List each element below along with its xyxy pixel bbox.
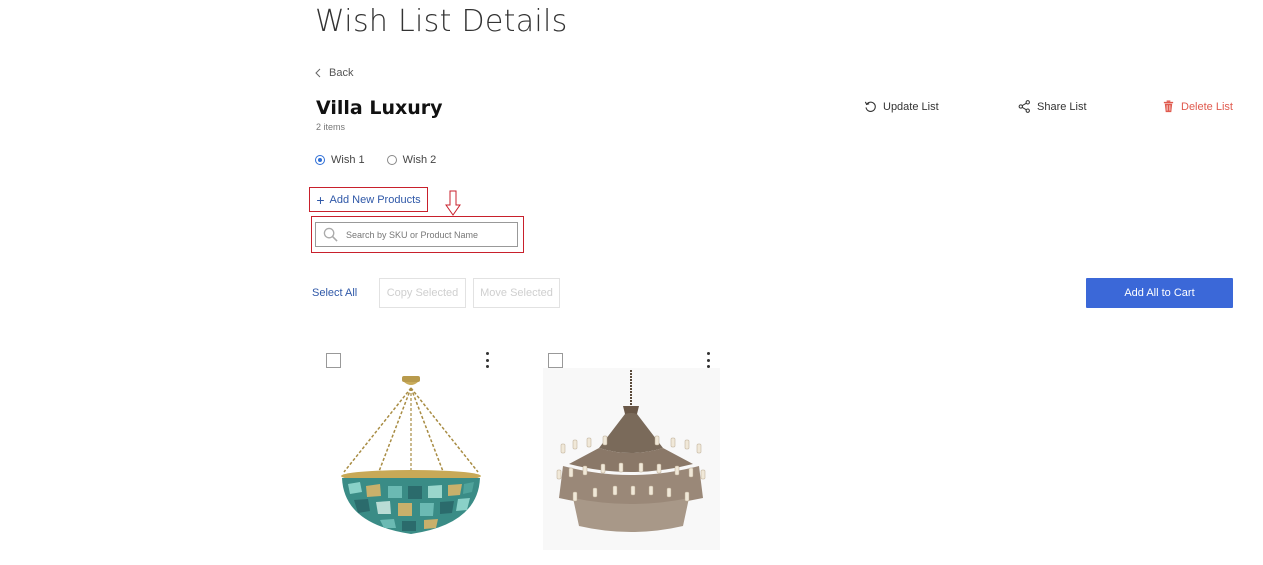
product-2-checkbox[interactable] <box>548 353 563 368</box>
update-list-label: Update List <box>883 100 939 113</box>
product-2-more-options-icon[interactable] <box>705 352 711 368</box>
back-link[interactable]: Back <box>315 67 353 79</box>
select-all-link[interactable]: Select All <box>312 287 357 299</box>
share-icon <box>1018 100 1030 113</box>
product-1-checkbox[interactable] <box>326 353 341 368</box>
share-list-button[interactable]: Share List <box>1018 100 1087 113</box>
product-1-more-options-icon[interactable] <box>484 352 490 368</box>
product-1-image[interactable] <box>336 374 486 544</box>
wish-2-radio[interactable]: Wish 2 <box>386 154 437 166</box>
plus-icon: + <box>316 191 325 208</box>
wish-2-label: Wish 2 <box>402 154 437 166</box>
radio-checked-icon <box>315 155 325 165</box>
wishlist-name: Villa Luxury <box>316 97 443 119</box>
page-title: Wish List Details <box>315 4 568 39</box>
add-all-to-cart-button[interactable]: Add All to Cart <box>1086 278 1233 308</box>
radio-unchecked-icon <box>386 155 397 165</box>
add-new-products-label: Add New Products <box>329 193 421 206</box>
delete-list-label: Delete List <box>1181 100 1233 113</box>
wish-selector: Wish 1 Wish 2 <box>315 154 436 166</box>
product-search-input[interactable] <box>346 229 506 240</box>
chevron-left-icon <box>315 68 321 78</box>
copy-selected-button[interactable]: Copy Selected <box>379 278 466 308</box>
chandelier-image <box>341 376 481 534</box>
wish-1-label: Wish 1 <box>331 154 365 166</box>
product-search-field[interactable] <box>315 222 518 247</box>
item-count: 2 items <box>316 122 346 132</box>
product-2-image[interactable] <box>543 368 720 550</box>
move-selected-button[interactable]: Move Selected <box>473 278 560 308</box>
arrow-down-icon <box>445 190 461 216</box>
share-list-label: Share List <box>1037 100 1087 113</box>
add-new-products-button[interactable]: + Add New Products <box>309 187 428 212</box>
refresh-icon <box>864 101 876 112</box>
trash-icon <box>1163 100 1174 113</box>
delete-list-button[interactable]: Delete List <box>1162 100 1233 113</box>
back-label: Back <box>329 67 354 79</box>
chandelier-image <box>543 368 720 550</box>
search-icon <box>323 227 338 242</box>
wish-1-radio[interactable]: Wish 1 <box>315 154 365 166</box>
update-list-button[interactable]: Update List <box>864 100 939 113</box>
